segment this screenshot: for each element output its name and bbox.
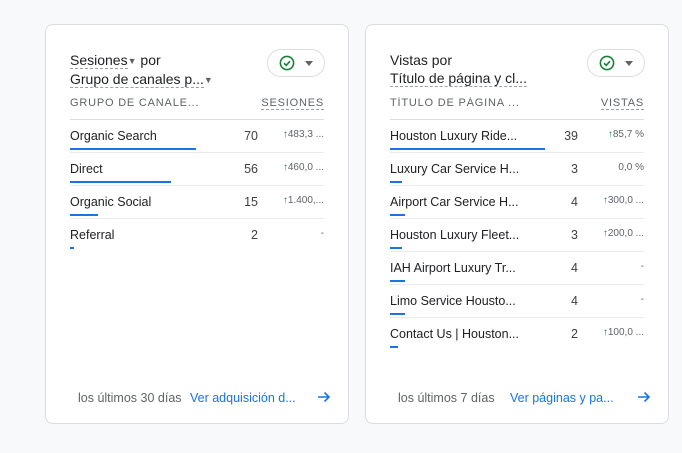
metric-column-header[interactable]: SESIONES — [261, 97, 324, 110]
table-row[interactable]: Organic Social 15 ↑1.400,... — [70, 186, 324, 219]
table-row[interactable]: Luxury Car Service H... 3 0,0 % — [390, 153, 644, 186]
arrow-right-icon[interactable] — [636, 389, 652, 405]
card-footer: los últimos 30 días Ver adquisición d... — [70, 391, 332, 409]
row-change: ↑85,7 % — [607, 129, 644, 140]
table-row[interactable]: Airport Car Service H... 4 ↑300,0 ... — [390, 186, 644, 219]
row-change: - — [640, 294, 644, 305]
row-value: 4 — [571, 294, 578, 308]
row-value: 39 — [564, 129, 578, 143]
row-value: 70 — [244, 129, 258, 143]
row-value: 2 — [571, 327, 578, 341]
row-change: ↑483,3 ... — [282, 129, 324, 140]
row-label: Referral — [70, 228, 115, 242]
row-value: 3 — [571, 228, 578, 242]
row-change: ↑300,0 ... — [602, 195, 644, 206]
row-value: 15 — [244, 195, 258, 209]
row-label: Contact Us | Houston... — [390, 327, 519, 341]
column-header: GRUPO DE CANALE... SESIONES — [70, 97, 324, 113]
share-bar — [390, 214, 405, 216]
row-label: Organic Social — [70, 195, 152, 209]
row-change: 0,0 % — [618, 162, 644, 173]
comparison-button[interactable] — [587, 49, 645, 77]
view-pages-link[interactable]: Ver páginas y pa... — [510, 391, 632, 405]
share-bar — [390, 148, 545, 150]
row-change: ↑200,0 ... — [602, 228, 644, 239]
share-bar — [390, 313, 405, 315]
caret-down-icon: ▼ — [127, 56, 137, 66]
table-row[interactable]: Direct 56 ↑460,0 ... — [70, 153, 324, 186]
check-circle-icon — [279, 55, 295, 71]
card-footer: los últimos 7 días Ver páginas y pa... — [390, 391, 652, 409]
dimension-selector[interactable]: Grupo de canales p...▼ — [70, 71, 213, 88]
dimension-selector[interactable]: Título de página y cl... — [390, 70, 527, 87]
card-title: Vistas por Título de página y cl... — [390, 51, 527, 87]
row-label: Houston Luxury Fleet... — [390, 228, 520, 242]
row-change: - — [640, 261, 644, 272]
row-value: 4 — [571, 195, 578, 209]
share-bar — [390, 181, 402, 183]
date-range-label: los últimos 30 días — [78, 391, 182, 405]
table-row[interactable]: Contact Us | Houston... 2 ↑100,0 ... — [390, 318, 644, 350]
share-bar — [390, 280, 405, 282]
share-bar — [70, 247, 74, 249]
row-change: ↑1.400,... — [282, 195, 324, 206]
row-change: - — [320, 228, 324, 239]
row-change: ↑100,0 ... — [602, 327, 644, 338]
share-bar — [70, 181, 171, 183]
view-acquisition-link[interactable]: Ver adquisición d... — [190, 391, 318, 405]
share-bar — [390, 247, 402, 249]
row-label: Limo Service Housto... — [390, 294, 516, 308]
comparison-button[interactable] — [267, 49, 325, 77]
row-value: 3 — [571, 162, 578, 176]
date-range-label: los últimos 7 días — [398, 391, 495, 405]
share-bar — [390, 346, 398, 348]
row-label: IAH Airport Luxury Tr... — [390, 261, 516, 275]
table-row[interactable]: Referral 2 - — [70, 219, 324, 251]
row-label: Direct — [70, 162, 103, 176]
table-row[interactable]: Limo Service Housto... 4 - — [390, 285, 644, 318]
row-label: Organic Search — [70, 129, 157, 143]
share-bar — [70, 214, 98, 216]
check-circle-icon — [599, 55, 615, 71]
table-row[interactable]: IAH Airport Luxury Tr... 4 - — [390, 252, 644, 285]
table-body: Organic Search 70 ↑483,3 ... Direct 56 ↑… — [70, 120, 324, 251]
column-header: TÍTULO DE PÁGINA ... VISTAS — [390, 97, 644, 113]
row-value: 56 — [244, 162, 258, 176]
metric-selector[interactable]: Vistas — [390, 52, 428, 68]
row-label: Houston Luxury Ride... — [390, 129, 518, 143]
title-by-text: por — [136, 52, 161, 68]
caret-down-icon — [305, 60, 313, 66]
row-change: ↑460,0 ... — [282, 162, 324, 173]
share-bar — [70, 148, 196, 150]
table-body: Houston Luxury Ride... 39 ↑85,7 % Luxury… — [390, 120, 644, 350]
caret-down-icon: ▼ — [203, 75, 213, 85]
metric-column-header[interactable]: VISTAS — [600, 97, 644, 110]
row-value: 2 — [251, 228, 258, 242]
arrow-right-icon[interactable] — [316, 389, 332, 405]
table-row[interactable]: Organic Search 70 ↑483,3 ... — [70, 120, 324, 153]
row-label: Luxury Car Service H... — [390, 162, 520, 176]
dimension-column-header: TÍTULO DE PÁGINA ... — [390, 97, 520, 109]
caret-down-icon — [625, 60, 633, 66]
title-by-text: por — [427, 52, 452, 68]
metric-selector[interactable]: Sesiones▼ — [70, 52, 137, 69]
row-value: 4 — [571, 261, 578, 275]
card-title: Sesiones▼ por Grupo de canales p...▼ — [70, 51, 213, 89]
table-row[interactable]: Houston Luxury Fleet... 3 ↑200,0 ... — [390, 219, 644, 252]
dimension-column-header: GRUPO DE CANALE... — [70, 97, 200, 109]
sessions-by-channel-card: Sesiones▼ por Grupo de canales p...▼ GRU… — [45, 24, 349, 424]
table-row[interactable]: Houston Luxury Ride... 39 ↑85,7 % — [390, 120, 644, 153]
row-label: Airport Car Service H... — [390, 195, 519, 209]
views-by-page-title-card: Vistas por Título de página y cl... TÍTU… — [365, 24, 669, 424]
